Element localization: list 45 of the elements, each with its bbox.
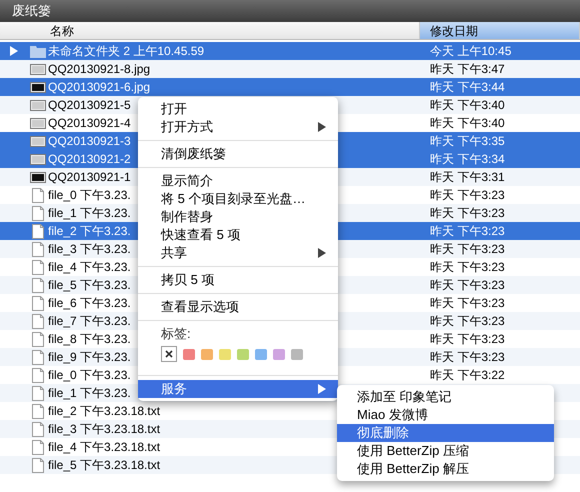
file-name: file_5 下午3.23.18.txt	[48, 457, 160, 474]
modified-date: 昨天 下午3:44	[430, 79, 505, 96]
file-name: file_8 下午3.23.	[48, 331, 131, 348]
modified-date: 昨天 下午3:35	[430, 133, 505, 150]
file-name: QQ20130921-4	[48, 115, 131, 132]
modified-date: 昨天 下午3:31	[430, 169, 505, 186]
modified-date: 昨天 下午3:40	[430, 97, 505, 114]
modified-date: 昨天 下午3:23	[430, 187, 505, 204]
modified-date: 昨天 下午3:23	[430, 349, 505, 366]
modified-date: 今天 上午10:45	[430, 43, 512, 60]
modified-date: 昨天 下午3:23	[430, 223, 505, 240]
file-name: file_1 下午3.23.	[48, 205, 131, 222]
modified-date: 昨天 下午3:23	[430, 241, 505, 258]
file-name: file_3 下午3.23.	[48, 241, 131, 258]
file-name: file_3 下午3.23.18.txt	[48, 421, 160, 438]
modified-date: 昨天 下午3:34	[430, 151, 505, 168]
file-name: file_2 下午3.23.	[48, 223, 131, 240]
file-name: file_0 下午3.23.	[48, 367, 131, 384]
menu-heading: 标签:	[161, 325, 192, 343]
file-name: QQ20130921-5	[48, 97, 131, 114]
file-name: QQ20130921-2	[48, 151, 131, 168]
modified-date: 昨天 下午3:40	[430, 115, 505, 132]
file-name: file_2 下午3.23.18.txt	[48, 403, 160, 420]
window-title: 废纸篓	[12, 2, 51, 20]
file-name: 未命名文件夹 2 上午10.45.59	[48, 43, 204, 60]
file-name: file_5 下午3.23.	[48, 277, 131, 294]
file-name: QQ20130921-8.jpg	[48, 61, 150, 78]
modified-date: 昨天 下午3:47	[430, 61, 505, 78]
modified-date: 昨天 下午3:23	[430, 295, 505, 312]
file-name: file_7 下午3.23.	[48, 313, 131, 330]
modified-date: 昨天 下午3:22	[430, 367, 505, 384]
modified-date: 昨天 下午3:23	[430, 313, 505, 330]
file-name: QQ20130921-3	[48, 133, 131, 150]
file-name: file_0 下午3.23.	[48, 187, 131, 204]
file-name: file_4 下午3.23.	[48, 259, 131, 276]
modified-date: 昨天 下午3:23	[430, 331, 505, 348]
file-name: file_6 下午3.23.	[48, 295, 131, 312]
file-name: file_9 下午3.23.	[48, 349, 131, 366]
file-name: QQ20130921-6.jpg	[48, 79, 150, 96]
file-name: file_4 下午3.23.18.txt	[48, 439, 160, 456]
file-name: file_1 下午3.23.	[48, 385, 131, 402]
modified-date: 昨天 下午3:23	[430, 205, 505, 222]
file-name: QQ20130921-1	[48, 169, 131, 186]
modified-date: 昨天 下午3:23	[430, 259, 505, 276]
modified-date: 昨天 下午3:23	[430, 277, 505, 294]
